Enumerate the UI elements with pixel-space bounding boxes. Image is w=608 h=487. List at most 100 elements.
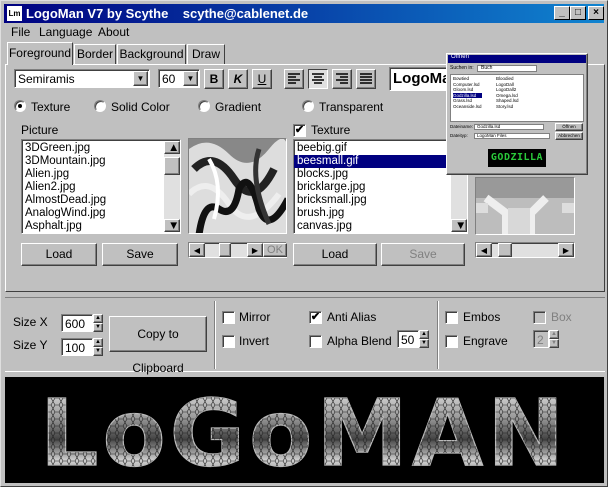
dialog-title-bar: Öffnen bbox=[448, 54, 586, 63]
dialog-cancel-button: Abbrechen bbox=[555, 132, 583, 140]
tab-draw[interactable]: Draw bbox=[187, 44, 225, 64]
list-item[interactable]: brush.jpg bbox=[294, 207, 467, 220]
list-item[interactable]: 3DMountain.jpg bbox=[22, 155, 180, 168]
align-right-button[interactable] bbox=[332, 69, 352, 89]
picture-list-scrollbar[interactable]: ▲ ▼ bbox=[164, 141, 180, 232]
size-x-value: 600 bbox=[65, 317, 86, 331]
scroll-down-icon[interactable]: ▼ bbox=[164, 219, 180, 232]
main-window: Lm LogoMan V7 by Scythe scythe@cablenet.… bbox=[0, 0, 608, 487]
picture-save-button[interactable]: Save bbox=[102, 243, 178, 266]
texture-file-list[interactable]: beebig.gif beesmall.gif blocks.jpg brick… bbox=[293, 139, 468, 234]
list-item[interactable]: Alien2.jpg bbox=[22, 181, 180, 194]
texture-save-button[interactable]: Save bbox=[381, 243, 465, 266]
scroll-down-icon[interactable]: ▼ bbox=[451, 219, 467, 232]
chevron-down-icon[interactable]: ▼ bbox=[133, 71, 148, 86]
texture-checkbox[interactable]: ✔ bbox=[293, 124, 306, 137]
list-item[interactable]: canvas.jpg bbox=[294, 220, 467, 233]
align-center-icon bbox=[312, 73, 324, 84]
invert-checkbox[interactable] bbox=[222, 335, 235, 348]
italic-button[interactable]: K bbox=[228, 69, 248, 89]
engrave-checkbox[interactable] bbox=[445, 335, 458, 348]
picture-load-button[interactable]: Load bbox=[21, 243, 97, 266]
spin-up-icon[interactable]: ▲ bbox=[93, 338, 103, 347]
picture-preview bbox=[188, 138, 287, 234]
menu-about[interactable]: About bbox=[98, 25, 129, 39]
alpha-blend-checkbox[interactable] bbox=[309, 335, 322, 348]
dialog-preview-logo: GODZILLA bbox=[488, 149, 546, 167]
scroll-thumb[interactable] bbox=[164, 157, 180, 175]
gradient-radio[interactable] bbox=[198, 100, 210, 112]
scroll-thumb[interactable] bbox=[219, 243, 231, 257]
scroll-thumb[interactable] bbox=[498, 243, 512, 257]
texture-preview bbox=[475, 177, 575, 235]
list-item[interactable]: blocks.jpg bbox=[294, 168, 467, 181]
list-item-selected[interactable]: beesmall.gif bbox=[294, 155, 467, 168]
list-item[interactable]: beebig.gif bbox=[294, 142, 467, 155]
copy-to-clipboard-button[interactable]: Copy to Clipboard bbox=[109, 316, 207, 375]
list-item[interactable]: AlmostDead.jpg bbox=[22, 194, 180, 207]
alpha-blend-value: 50 bbox=[401, 333, 415, 347]
app-icon[interactable]: Lm bbox=[7, 6, 22, 21]
spin-up-icon[interactable]: ▲ bbox=[419, 330, 429, 339]
scroll-left-icon[interactable]: ◀ bbox=[189, 243, 205, 257]
mirror-checkbox[interactable] bbox=[222, 311, 235, 324]
divider bbox=[437, 301, 439, 369]
spin-up-icon[interactable]: ▲ bbox=[93, 314, 103, 323]
open-dialog-thumbnail: Öffnen Suchen in: Buch Bowtied Computer.… bbox=[446, 53, 588, 175]
list-item[interactable]: AnalogWind.jpg bbox=[22, 207, 180, 220]
align-left-button[interactable] bbox=[284, 69, 304, 89]
embos-checkbox[interactable] bbox=[445, 311, 458, 324]
scroll-right-icon[interactable]: ▶ bbox=[558, 243, 574, 257]
maximize-button[interactable]: □ bbox=[570, 6, 586, 20]
box-checkbox[interactable] bbox=[533, 311, 546, 324]
transparent-label: Transparent bbox=[319, 100, 384, 114]
spin-down-icon[interactable]: ▼ bbox=[93, 347, 103, 356]
underline-button[interactable]: U bbox=[252, 69, 272, 89]
texture-radio[interactable] bbox=[14, 100, 26, 112]
picture-file-list[interactable]: 3DGreen.jpg 3DMountain.jpg Alien.jpg Ali… bbox=[21, 139, 181, 234]
ok-button[interactable]: OK bbox=[263, 243, 287, 257]
tab-foreground[interactable]: Foreground bbox=[7, 42, 73, 65]
chevron-down-icon[interactable]: ▼ bbox=[183, 71, 198, 86]
align-right-icon bbox=[336, 73, 348, 84]
spin-down-icon[interactable]: ▼ bbox=[549, 339, 559, 348]
align-left-icon bbox=[288, 73, 300, 84]
list-item[interactable]: bricksmall.jpg bbox=[294, 194, 467, 207]
list-item[interactable]: bricklarge.jpg bbox=[294, 181, 467, 194]
dialog-open-button: Öffnen bbox=[555, 123, 583, 131]
list-item[interactable]: 3DGreen.jpg bbox=[22, 142, 180, 155]
align-justify-button[interactable] bbox=[356, 69, 376, 89]
scroll-right-icon[interactable]: ▶ bbox=[247, 243, 263, 257]
size-x-input[interactable]: 600 bbox=[61, 314, 93, 332]
scroll-up-icon[interactable]: ▲ bbox=[164, 141, 180, 154]
texture-load-button[interactable]: Load bbox=[293, 243, 377, 266]
list-item[interactable]: Alien.jpg bbox=[22, 168, 180, 181]
font-size-value: 60 bbox=[162, 72, 176, 86]
menu-language[interactable]: Language bbox=[39, 25, 92, 39]
font-size-select[interactable]: 60 ▼ bbox=[158, 69, 200, 88]
size-y-input[interactable]: 100 bbox=[61, 338, 93, 356]
spin-down-icon[interactable]: ▼ bbox=[419, 339, 429, 348]
anti-alias-checkbox[interactable]: ✔ bbox=[309, 311, 322, 324]
picture-hscrollbar[interactable]: ◀ ▶ OK bbox=[188, 242, 287, 258]
invert-label: Invert bbox=[239, 334, 270, 348]
title-bar: Lm LogoMan V7 by Scythe scythe@cablenet.… bbox=[4, 4, 604, 23]
tab-background[interactable]: Background bbox=[117, 44, 186, 64]
minimize-button[interactable]: _ bbox=[554, 6, 570, 20]
tab-border[interactable]: Border bbox=[74, 44, 116, 64]
solid-color-radio[interactable] bbox=[94, 100, 106, 112]
dialog-file-list: Bowtied Computer.lsd Gloom.lsd Godzilla.… bbox=[450, 74, 584, 122]
align-center-button[interactable] bbox=[308, 69, 328, 89]
list-item[interactable]: Asphalt.jpg bbox=[22, 220, 180, 233]
alpha-blend-input[interactable]: 50 bbox=[397, 330, 419, 348]
menu-file[interactable]: File bbox=[11, 25, 30, 39]
font-name-select[interactable]: Semiramis ▼ bbox=[14, 69, 150, 88]
transparent-radio[interactable] bbox=[302, 100, 314, 112]
spin-down-icon[interactable]: ▼ bbox=[93, 323, 103, 332]
close-button[interactable]: × bbox=[588, 6, 604, 20]
box-input[interactable]: 2 bbox=[533, 330, 549, 348]
scroll-left-icon[interactable]: ◀ bbox=[476, 243, 492, 257]
bold-button[interactable]: B bbox=[204, 69, 224, 89]
spin-up-icon[interactable]: ▲ bbox=[549, 330, 559, 339]
texture-hscrollbar[interactable]: ◀ ▶ bbox=[475, 242, 575, 258]
